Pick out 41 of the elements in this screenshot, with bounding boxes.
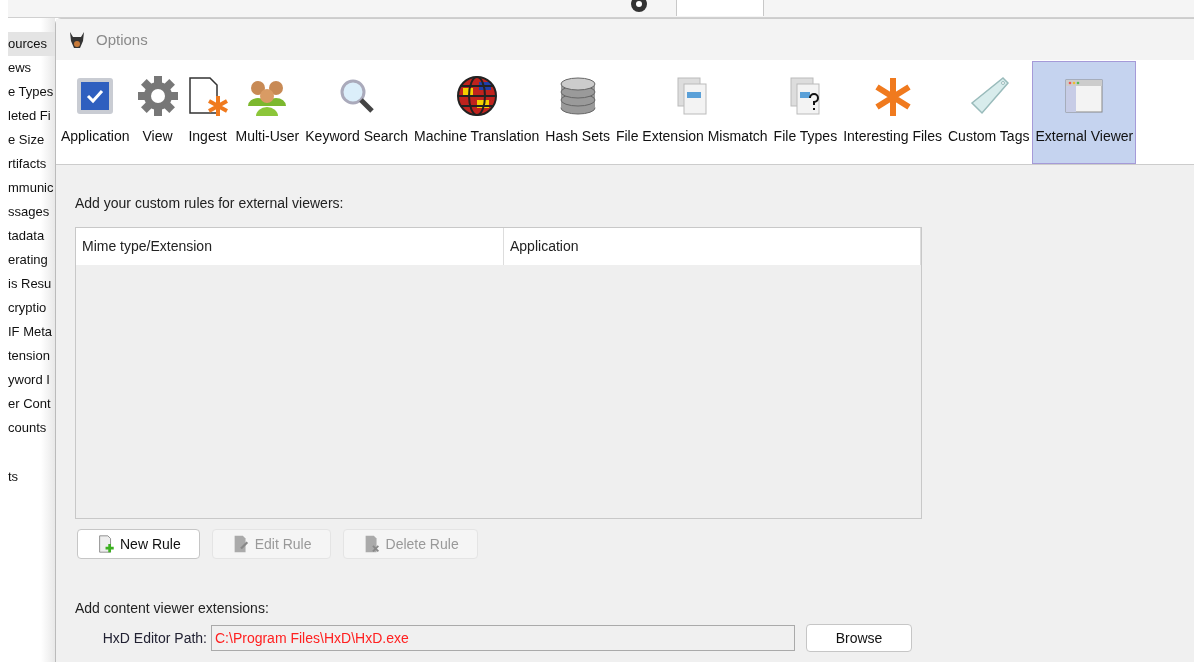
tree-item[interactable]: ews [8, 56, 55, 80]
globe-icon [454, 74, 499, 118]
toolbar-tab[interactable]: Keyword Search [302, 61, 411, 164]
tree-item[interactable]: is Resu [8, 272, 55, 296]
tree-item[interactable]: IF Meta [8, 320, 55, 344]
toolbar-tab[interactable]: View [132, 61, 183, 164]
column-header[interactable]: Application [504, 228, 921, 265]
tree-item[interactable]: e Types [8, 80, 55, 104]
tree-item[interactable]: counts [8, 416, 55, 440]
toolbar-tab[interactable]: Interesting Files [840, 61, 945, 164]
document-plus-icon [96, 534, 116, 554]
tree-item[interactable]: ssages [8, 200, 55, 224]
tree-item[interactable]: tension [8, 344, 55, 368]
toolbar-tab[interactable]: Custom Tags [945, 61, 1033, 164]
tree-item[interactable]: yword I [8, 368, 55, 392]
path-label: HxD Editor Path: [101, 630, 207, 646]
tree-item[interactable]: tadata [8, 224, 55, 248]
toolbar-tab[interactable]: Ingest [182, 61, 233, 164]
tree-item[interactable]: cryptio [8, 296, 55, 320]
tree-item[interactable]: rtifacts [8, 152, 55, 176]
extensions-label: Add content viewer extensions: [75, 600, 270, 616]
rules-label: Add your custom rules for external viewers: [75, 195, 345, 211]
gear-icon [135, 74, 180, 118]
tree-item[interactable]: er Cont [8, 392, 55, 416]
tree-item[interactable]: mmunic [8, 176, 55, 200]
toolbar-tab[interactable]: Machine Translation [411, 61, 543, 164]
tree-item[interactable]: erating [8, 248, 55, 272]
tree-item[interactable]: ources [8, 32, 55, 56]
toolbar-tab[interactable]: File Types [770, 61, 841, 164]
toolbar-tab[interactable]: External Viewer [1032, 61, 1137, 164]
tree-item[interactable]: ts [8, 465, 55, 489]
toolbar-tab[interactable]: Hash Sets [542, 61, 613, 164]
toolbar-tab[interactable]: File Extension Mismatch [612, 61, 771, 164]
browse-button[interactable]: Browse [806, 624, 912, 652]
window-title: Options [96, 31, 148, 48]
toolbar-tab[interactable]: Multi-User [232, 61, 303, 164]
tree-item[interactable]: e Size [8, 128, 55, 152]
tree-item[interactable]: leted Fi [8, 104, 55, 128]
column-header[interactable]: Mime type/Extension [76, 228, 504, 265]
toolbar-tab[interactable]: Application [58, 61, 133, 164]
rule-button[interactable]: New Rule [77, 529, 200, 559]
